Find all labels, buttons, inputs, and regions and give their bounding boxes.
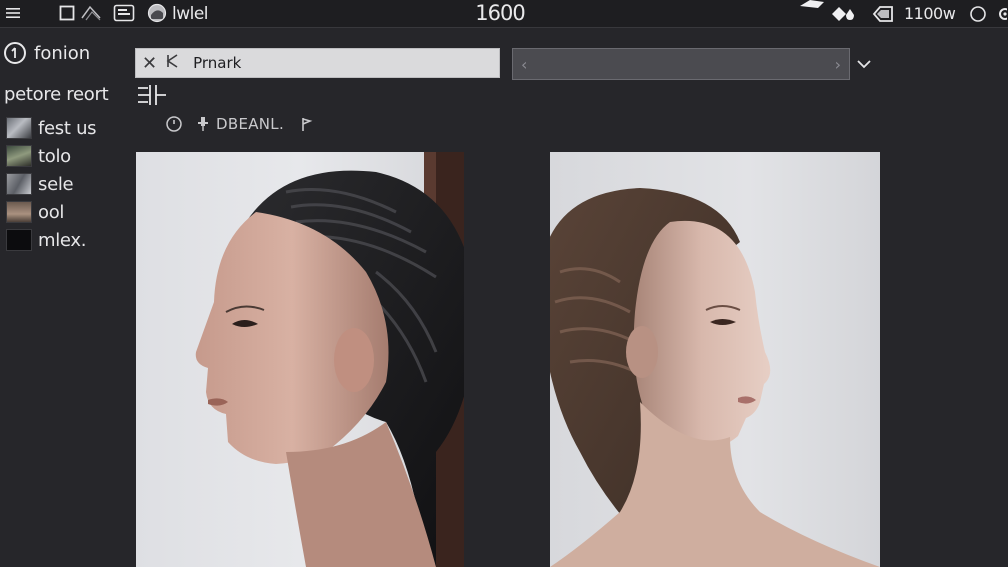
circle-badge-icon bbox=[4, 42, 26, 64]
sidebar-item[interactable]: tolo bbox=[6, 142, 124, 170]
center-value: 1600 bbox=[475, 1, 525, 25]
back-arrow-icon[interactable] bbox=[165, 53, 179, 73]
sidebar-item[interactable]: sele bbox=[6, 170, 124, 198]
sidebar-item-label: tolo bbox=[38, 145, 71, 167]
sidebar-subheader: petore reort bbox=[4, 84, 109, 105]
portrait-image-left[interactable] bbox=[136, 152, 464, 567]
tag-icon[interactable] bbox=[870, 4, 896, 24]
droplet-icon[interactable] bbox=[830, 4, 860, 24]
thumbnail-image bbox=[6, 173, 32, 195]
app-label: lwlel bbox=[172, 4, 209, 24]
close-icon[interactable]: ✕ bbox=[142, 53, 157, 74]
globe-icon[interactable] bbox=[146, 3, 168, 23]
option-select[interactable]: ‹ › bbox=[512, 48, 850, 80]
sidebar-item-label: fest us bbox=[38, 117, 97, 139]
sidebar-header-label: fonion bbox=[34, 42, 91, 64]
tool-label: DBEANL. bbox=[216, 115, 285, 133]
chevron-down-icon[interactable] bbox=[854, 54, 874, 74]
gear-icon[interactable] bbox=[994, 4, 1008, 24]
sidebar-item[interactable]: mlex. bbox=[6, 226, 124, 254]
sidebar: fonion petore reort fest us tolo sele oo… bbox=[0, 28, 124, 567]
sidebar-item-label: ool bbox=[38, 201, 65, 223]
sidebar-item-label: sele bbox=[38, 173, 74, 195]
search-input[interactable]: ✕ Prnark bbox=[135, 48, 500, 78]
pin-icon[interactable] bbox=[196, 114, 210, 134]
count-label: 1100w bbox=[904, 4, 956, 23]
sidebar-item[interactable]: fest us bbox=[6, 114, 124, 142]
top-bar: lwlel 1600 1100w bbox=[0, 0, 1008, 28]
thumbnail-image bbox=[6, 201, 32, 223]
thumbnail-image bbox=[6, 117, 32, 139]
circle-icon[interactable] bbox=[968, 4, 988, 24]
diamond-icon[interactable] bbox=[798, 0, 826, 12]
panel-icon[interactable] bbox=[112, 3, 136, 23]
search-value: Prnark bbox=[193, 54, 242, 72]
select-prev-glyph: ‹ bbox=[521, 54, 528, 74]
select-next-glyph: › bbox=[834, 54, 841, 74]
sidebar-header[interactable]: fonion bbox=[4, 42, 90, 64]
thumbnail-image bbox=[6, 145, 32, 167]
thumbnail-image bbox=[6, 229, 32, 251]
portrait-image-right[interactable] bbox=[550, 152, 880, 567]
sidebar-list: fest us tolo sele ool mlex. bbox=[6, 114, 124, 254]
split-view-icon[interactable] bbox=[136, 84, 168, 106]
timer-icon[interactable] bbox=[164, 114, 184, 134]
square-icon[interactable] bbox=[58, 4, 76, 22]
flag-icon[interactable] bbox=[296, 114, 316, 134]
sidebar-item-label: mlex. bbox=[38, 229, 87, 251]
hamburger-icon[interactable] bbox=[4, 4, 22, 22]
tool-row: DBEANL. bbox=[164, 114, 316, 134]
layers-icon[interactable] bbox=[80, 3, 102, 23]
sidebar-item[interactable]: ool bbox=[6, 198, 124, 226]
